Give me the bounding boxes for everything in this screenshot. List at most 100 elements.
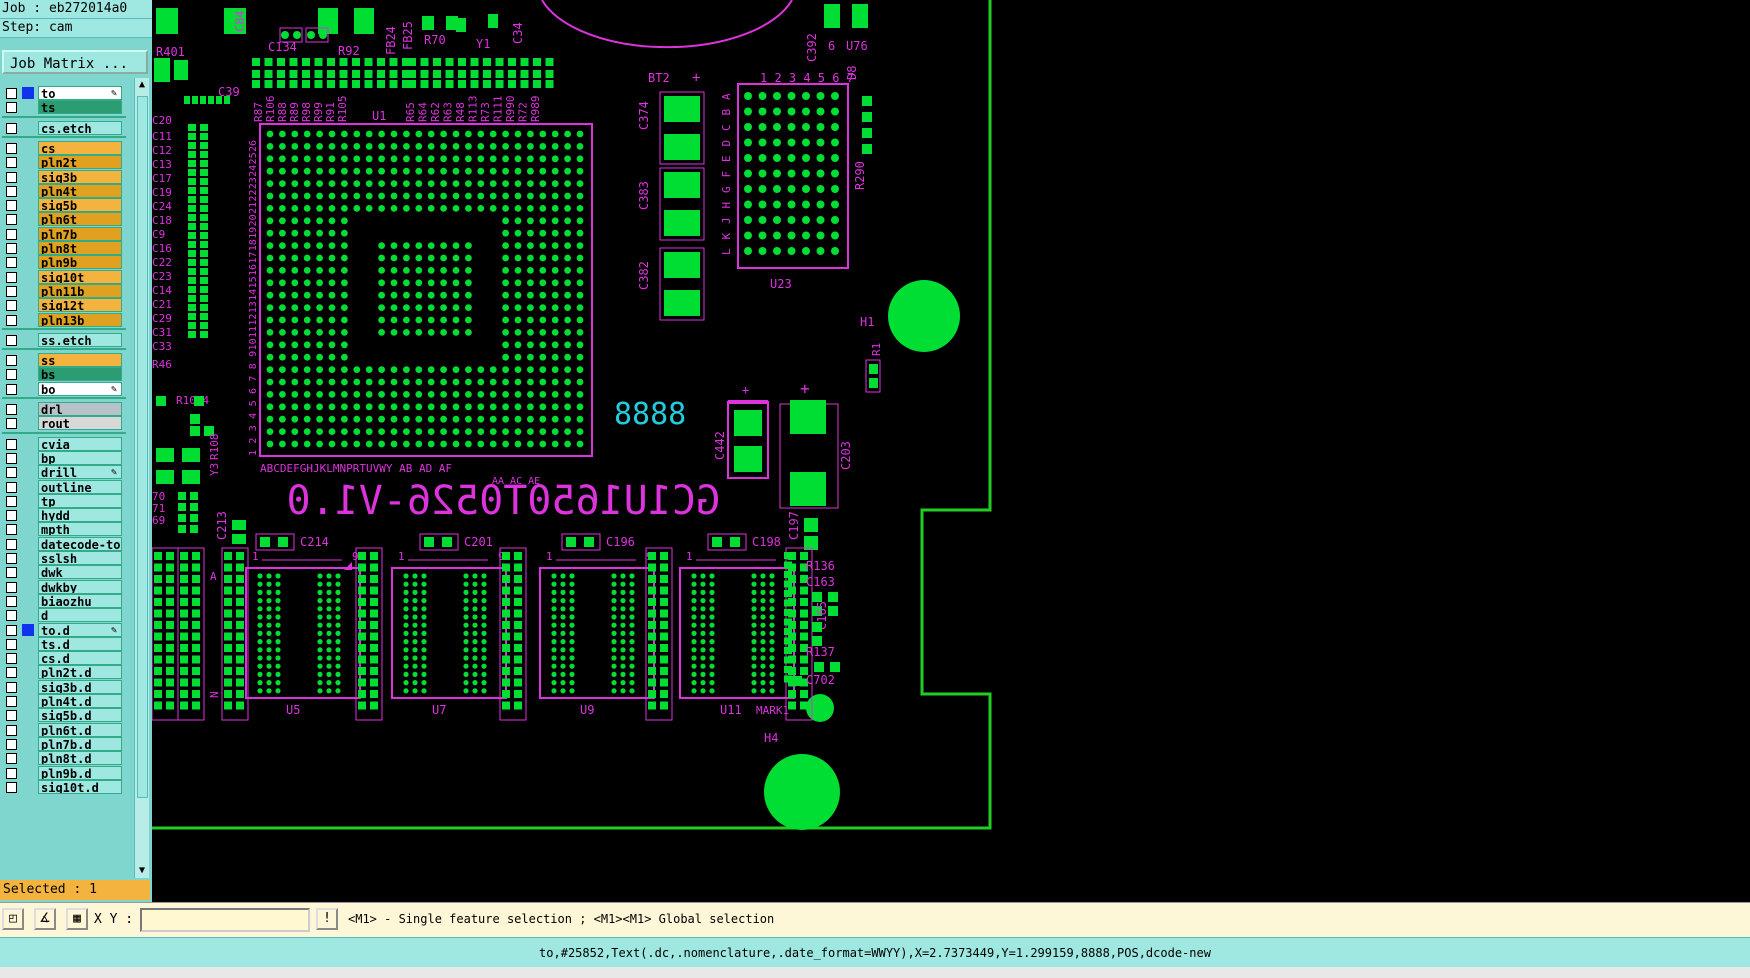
label-c16[interactable]: C16 — [152, 242, 172, 255]
layer-name[interactable]: cvia — [38, 436, 122, 451]
pad[interactable] — [415, 329, 423, 336]
pad[interactable] — [279, 415, 286, 423]
pad[interactable] — [353, 415, 361, 423]
pad[interactable] — [502, 279, 509, 287]
pad[interactable] — [365, 391, 373, 398]
pad[interactable] — [664, 134, 700, 160]
layer-color-indicator[interactable] — [22, 285, 34, 297]
pad[interactable] — [378, 143, 385, 150]
layer-row-hydd[interactable]: hydd — [2, 508, 126, 523]
label-n[interactable]: N — [208, 691, 221, 698]
pad[interactable] — [648, 552, 656, 560]
measure-icon[interactable]: ∡ — [34, 908, 56, 930]
pad[interactable] — [421, 647, 427, 653]
pad[interactable] — [514, 205, 522, 212]
layer-name[interactable]: pln8t — [38, 241, 122, 255]
pad[interactable] — [788, 701, 796, 710]
pad[interactable] — [266, 663, 272, 669]
pad[interactable] — [784, 571, 792, 578]
layer-color-indicator[interactable] — [22, 481, 34, 493]
pad[interactable] — [316, 242, 323, 250]
pad[interactable] — [192, 96, 198, 104]
silk-label[interactable]: 1 2 3 4 5 6 7 — [760, 71, 854, 85]
pad[interactable] — [154, 621, 162, 629]
pad[interactable] — [390, 143, 398, 150]
pad[interactable] — [470, 58, 479, 66]
pad[interactable] — [787, 154, 796, 162]
pad[interactable] — [358, 632, 366, 641]
pad[interactable] — [180, 690, 188, 698]
layer-row-pln6t[interactable]: pln6t — [2, 212, 126, 227]
pad[interactable] — [232, 534, 246, 544]
layer-name[interactable]: pln4t — [38, 183, 122, 198]
pad[interactable] — [481, 606, 487, 612]
pad[interactable] — [224, 690, 232, 698]
label-c21[interactable]: C21 — [152, 298, 172, 311]
pad[interactable] — [551, 647, 557, 653]
pad[interactable] — [403, 279, 410, 287]
bga-row-4[interactable]: 4 — [248, 413, 259, 419]
pad[interactable] — [403, 304, 410, 311]
layer-color-indicator[interactable] — [22, 495, 34, 507]
pad[interactable] — [390, 415, 398, 423]
pad[interactable] — [279, 378, 286, 386]
pad[interactable] — [188, 277, 196, 284]
pad[interactable] — [611, 581, 617, 587]
pad[interactable] — [831, 123, 839, 131]
pad[interactable] — [279, 254, 286, 262]
pad[interactable] — [257, 622, 263, 628]
pad[interactable] — [421, 614, 427, 620]
pad[interactable] — [700, 688, 706, 694]
pad[interactable] — [279, 229, 286, 237]
layer-name[interactable]: drl — [38, 402, 122, 416]
silk-label[interactable]: R1074 — [176, 394, 209, 407]
layer-color-indicator[interactable] — [22, 552, 34, 564]
pad[interactable] — [551, 378, 559, 386]
pad[interactable] — [458, 80, 466, 88]
pad[interactable] — [200, 286, 208, 293]
pad[interactable] — [415, 143, 423, 150]
pad[interactable] — [481, 598, 487, 604]
bga-row-24[interactable]: 24 — [248, 165, 259, 177]
pad[interactable] — [465, 316, 472, 324]
pad[interactable] — [564, 254, 571, 262]
pad[interactable] — [378, 279, 385, 287]
layer-name[interactable]: hydd — [38, 508, 122, 523]
layer-checkbox[interactable] — [6, 185, 17, 197]
pad[interactable] — [784, 609, 792, 616]
pad[interactable] — [802, 185, 810, 193]
layer-row-pln8t[interactable]: pln8t — [2, 241, 126, 256]
pad[interactable] — [440, 329, 447, 336]
pad[interactable] — [769, 688, 775, 694]
pad[interactable] — [520, 70, 529, 78]
pad[interactable] — [495, 70, 504, 78]
pad[interactable] — [831, 216, 839, 224]
pad[interactable] — [452, 205, 460, 212]
pad[interactable] — [352, 70, 360, 78]
pad[interactable] — [539, 403, 547, 411]
pad[interactable] — [440, 155, 447, 163]
pad[interactable] — [266, 366, 274, 373]
pad[interactable] — [477, 440, 485, 448]
pad[interactable] — [316, 229, 323, 237]
pad[interactable] — [760, 598, 766, 604]
pad[interactable] — [303, 279, 311, 287]
pad[interactable] — [328, 353, 336, 361]
pad[interactable] — [560, 680, 566, 686]
pad[interactable] — [291, 403, 299, 411]
pad[interactable] — [744, 216, 752, 224]
pad[interactable] — [463, 671, 469, 678]
pad[interactable] — [472, 622, 478, 628]
pad[interactable] — [390, 378, 398, 386]
pad[interactable] — [862, 144, 872, 154]
pad[interactable] — [421, 639, 427, 645]
layer-checkbox[interactable] — [6, 510, 17, 522]
pad[interactable] — [200, 232, 208, 239]
pad[interactable] — [576, 353, 584, 361]
pad[interactable] — [440, 391, 447, 398]
pad[interactable] — [154, 690, 162, 698]
pad[interactable] — [514, 279, 522, 287]
bga-row-21[interactable]: 21 — [248, 202, 259, 214]
pad[interactable] — [279, 353, 286, 361]
pad[interactable] — [576, 291, 584, 299]
